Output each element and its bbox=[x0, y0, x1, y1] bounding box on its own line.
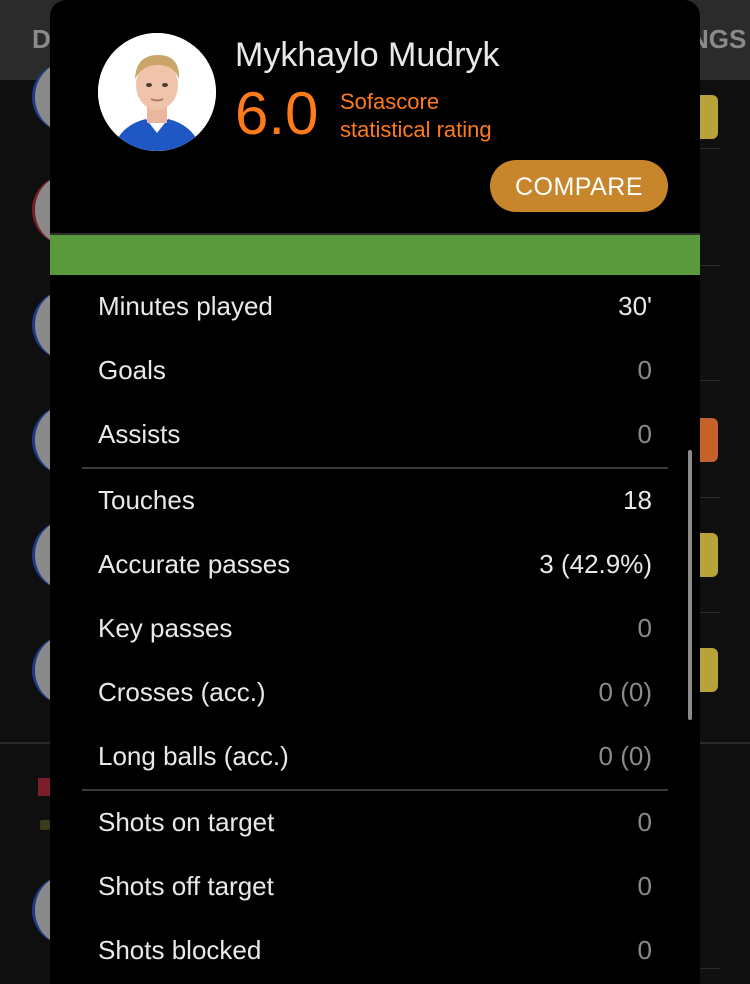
stat-row-key-passes: Key passes 0 bbox=[82, 597, 668, 661]
stat-value: 0 bbox=[637, 613, 652, 643]
background-rating-badge bbox=[700, 95, 718, 139]
stat-row-long-balls: Long balls (acc.) 0 (0) bbox=[82, 725, 668, 789]
stat-value: 18 bbox=[623, 485, 652, 515]
background-rating-badge bbox=[700, 533, 718, 577]
stat-value: 0 bbox=[637, 355, 652, 385]
background-row-divider bbox=[700, 380, 720, 381]
player-avatar bbox=[98, 33, 216, 151]
stat-label: Goals bbox=[98, 355, 166, 385]
stats-list: Minutes played 30' Goals 0 Assists 0 Tou… bbox=[82, 275, 668, 983]
stat-row-goals: Goals 0 bbox=[82, 339, 668, 403]
background-row-divider bbox=[700, 612, 720, 613]
player-name: Mykhaylo Mudryk bbox=[235, 36, 500, 74]
stat-value: 0 bbox=[637, 807, 652, 837]
rating-label: Sofascore statistical rating bbox=[340, 88, 560, 144]
compare-button[interactable]: COMPARE bbox=[490, 160, 668, 212]
stat-label: Touches bbox=[98, 485, 195, 515]
stat-value: 0 (0) bbox=[598, 677, 652, 707]
player-rating: 6.0 bbox=[235, 80, 319, 147]
stat-value: 0 bbox=[637, 935, 652, 965]
rating-label-line2: statistical rating bbox=[340, 117, 492, 142]
stat-label: Crosses (acc.) bbox=[98, 677, 266, 707]
rating-label-line1: Sofascore bbox=[340, 89, 440, 114]
background-tab-left[interactable]: D bbox=[32, 24, 51, 55]
background-rating-badge bbox=[700, 648, 718, 692]
background-team-logo bbox=[38, 778, 50, 796]
stat-label: Shots blocked bbox=[98, 935, 262, 965]
rating-color-bar bbox=[50, 235, 700, 275]
stat-value: 0 (0) bbox=[598, 741, 652, 771]
stat-label: Minutes played bbox=[98, 291, 273, 321]
stat-value: 0 bbox=[637, 871, 652, 901]
stat-label: Key passes bbox=[98, 613, 233, 643]
stat-label: Shots off target bbox=[98, 871, 274, 901]
stat-row-assists: Assists 0 bbox=[82, 403, 668, 467]
background-row-divider bbox=[700, 497, 720, 498]
stat-row-crosses: Crosses (acc.) 0 (0) bbox=[82, 661, 668, 725]
background-row-divider bbox=[700, 265, 720, 266]
stat-row-shots-off-target: Shots off target 0 bbox=[82, 855, 668, 919]
scrollbar[interactable] bbox=[688, 450, 692, 720]
stat-label: Assists bbox=[98, 419, 181, 449]
stat-row-accurate-passes: Accurate passes 3 (42.9%) bbox=[82, 533, 668, 597]
stat-row-touches: Touches 18 bbox=[82, 469, 668, 533]
background-rating-badge bbox=[700, 418, 718, 462]
background-team-logo bbox=[40, 820, 50, 830]
stat-value: 0 bbox=[637, 419, 652, 449]
stat-row-minutes-played: Minutes played 30' bbox=[82, 275, 668, 339]
stat-value: 3 (42.9%) bbox=[539, 549, 652, 579]
player-photo-icon bbox=[98, 33, 216, 151]
stat-value: 30' bbox=[618, 291, 652, 321]
background-row-divider bbox=[700, 968, 720, 969]
stat-label: Shots on target bbox=[98, 807, 275, 837]
stat-row-shots-blocked: Shots blocked 0 bbox=[82, 919, 668, 983]
stat-row-shots-on-target: Shots on target 0 bbox=[82, 791, 668, 855]
background-row-divider bbox=[700, 148, 720, 149]
stat-label: Long balls (acc.) bbox=[98, 741, 289, 771]
player-stats-modal: Mykhaylo Mudryk 6.0 Sofascore statistica… bbox=[50, 0, 700, 984]
stat-label: Accurate passes bbox=[98, 549, 291, 579]
